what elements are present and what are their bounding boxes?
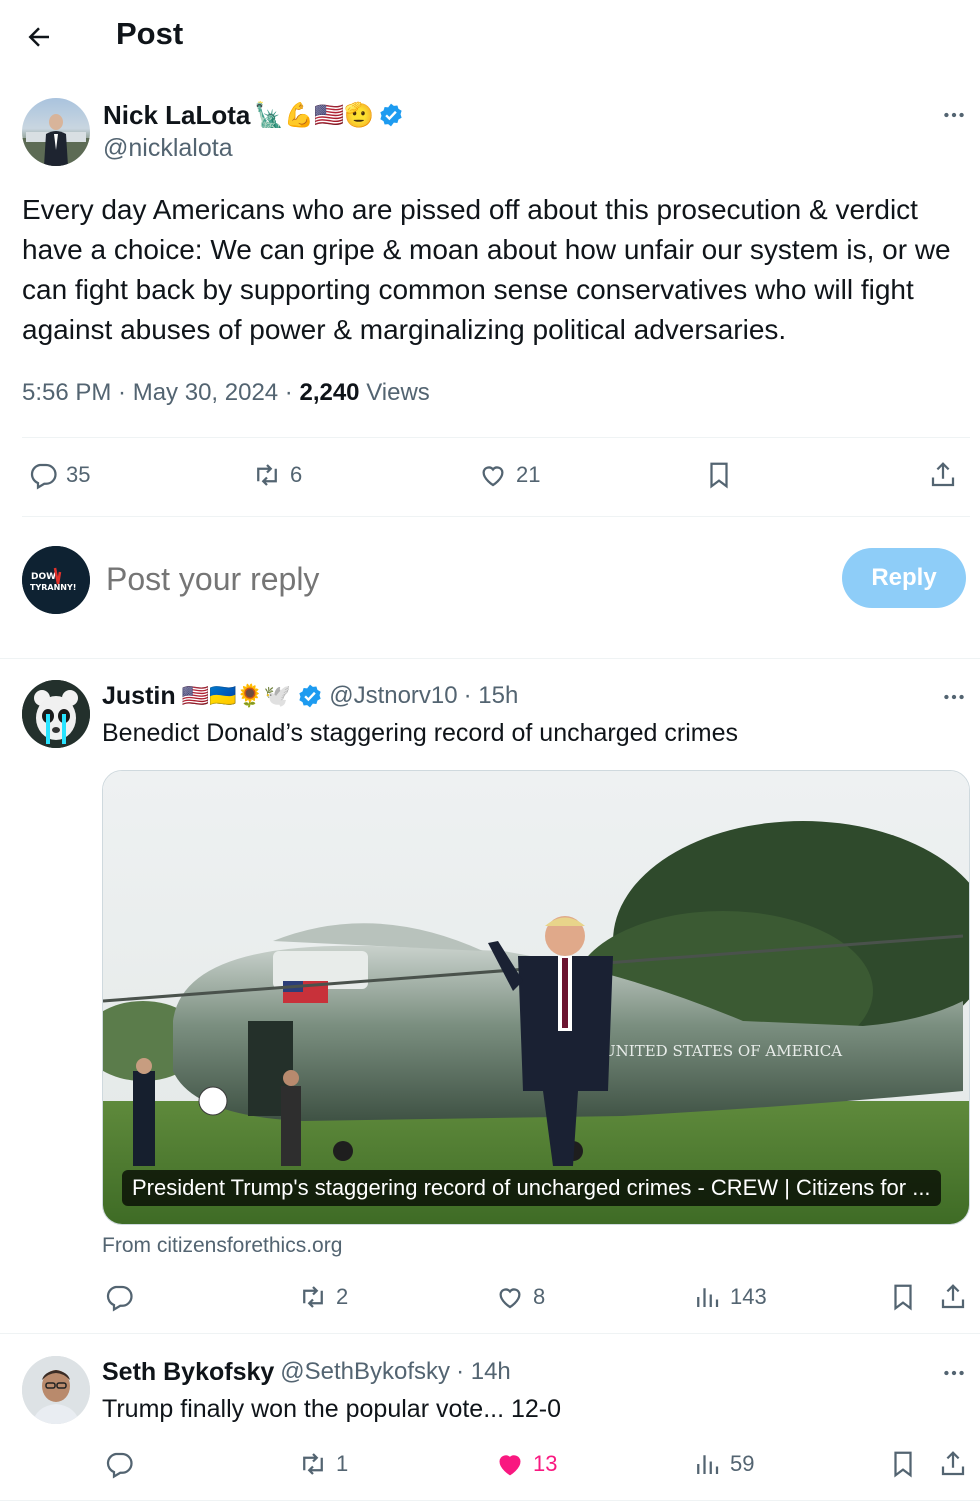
author-name[interactable]: Nick LaLota [103,100,250,131]
share-icon [941,1451,965,1476]
divider [0,1333,980,1334]
author-handle[interactable]: @nicklalota [103,132,233,164]
repost-icon [303,1286,323,1308]
reply-button[interactable]: Reply [842,548,966,608]
post-text: Every day Americans who are pissed off a… [22,194,951,345]
verified-badge-icon [297,683,323,709]
views-count: 2,240 [299,379,360,406]
reply-text: Trump finally won the popular vote... 12… [102,1395,562,1423]
bookmark-action[interactable] [888,1449,918,1479]
reply-author-emojis: 🇺🇸🇺🇦🌻🕊️ [181,683,292,708]
like-action[interactable]: 21 [478,460,540,490]
like-count: 21 [516,462,541,487]
my-avatar[interactable]: DOW TYRANNY! [22,546,90,614]
reply-author-handle[interactable]: @SethBykofsky [280,1358,450,1386]
reply-header: Seth Bykofsky @SethBykofsky · 14h [102,1355,511,1389]
author-name-row: Nick LaLota 🗽💪🇺🇸🫡 [103,98,404,132]
views-count: 59 [730,1451,755,1476]
helicopter-photo: UNITED STATES OF AMERICA [103,771,969,1224]
views-action[interactable]: 59 [692,1449,754,1479]
author-avatar[interactable] [22,98,90,166]
views-action[interactable]: 143 [692,1282,767,1312]
back-arrow-icon[interactable] [22,20,56,54]
divider [22,516,970,517]
reply-time[interactable]: · 15h [464,682,519,710]
repost-action[interactable]: 6 [252,460,302,490]
share-action[interactable] [938,1282,968,1312]
like-count: 13 [533,1451,558,1476]
repost-action[interactable]: 1 [298,1449,348,1479]
reply-action[interactable]: 35 [28,460,90,490]
heart-icon [499,1288,521,1309]
reply-text: Benedict Donald’s staggering record of u… [102,719,739,747]
heart-filled-icon [499,1455,521,1476]
divider [22,437,970,438]
more-options-icon[interactable] [934,100,974,130]
reply-time[interactable]: · 14h [456,1358,511,1386]
author-emojis: 🗽💪🇺🇸🫡 [254,101,374,129]
share-icon [931,462,955,487]
bookmark-icon [894,1451,912,1478]
repost-action[interactable]: 2 [298,1282,348,1312]
share-icon [941,1284,965,1309]
repost-icon [303,1453,323,1475]
share-action[interactable] [938,1449,968,1479]
reply-header: Justin 🇺🇸🇺🇦🌻🕊️ @Jstnorv10 · 15h [102,679,518,713]
repost-count: 6 [290,462,303,487]
svg-text:TYRANNY!: TYRANNY! [30,583,76,592]
reply-author-handle[interactable]: @Jstnorv10 [329,682,457,710]
top-bar: Post [0,0,980,72]
reply-avatar[interactable] [22,680,90,748]
divider [0,1500,980,1501]
repost-count: 1 [336,1451,349,1476]
page-title: Post [116,16,184,51]
bookmark-action[interactable] [888,1282,918,1312]
views-count: 143 [730,1284,767,1309]
link-card-title: President Trump's staggering record of u… [122,1170,941,1206]
reply-count: 35 [66,462,91,487]
reply-author-name[interactable]: Seth Bykofsky [102,1358,274,1387]
repost-count: 2 [336,1284,349,1309]
reply-avatar[interactable] [22,1356,90,1424]
more-options-icon[interactable] [934,682,974,712]
bookmark-icon [894,1284,912,1311]
like-action-active[interactable]: 13 [495,1449,557,1479]
bookmark-action[interactable] [704,460,734,490]
link-card-source[interactable]: From citizensforethics.org [102,1232,342,1260]
link-card[interactable]: UNITED STATES OF AMERICA [102,770,970,1225]
views-label: Views [359,379,430,406]
svg-text:DOW: DOW [31,572,56,582]
verified-badge-icon [378,102,404,128]
reply-icon [106,1285,133,1312]
reply-action[interactable] [104,1449,142,1479]
views-icon [697,1455,719,1474]
reply-icon [106,1452,133,1479]
reply-input[interactable] [106,556,806,602]
views-icon [697,1288,719,1307]
reply-action[interactable] [104,1282,142,1312]
like-action[interactable]: 8 [495,1282,545,1312]
reply-icon [30,463,57,490]
reply-author-name[interactable]: Justin [102,682,176,711]
more-options-icon[interactable] [934,1358,974,1388]
repost-icon [257,464,277,486]
bookmark-icon [710,462,728,489]
like-count: 8 [533,1284,546,1309]
post-meta: 5:56 PM · May 30, 2024 · 2,240 Views [22,376,430,410]
post-timestamp[interactable]: 5:56 PM · May 30, 2024 · [22,379,299,406]
divider [0,658,980,659]
share-action[interactable] [928,460,958,490]
helicopter-lettering: UNITED STATES OF AMERICA [603,1042,842,1060]
heart-icon [482,466,504,487]
